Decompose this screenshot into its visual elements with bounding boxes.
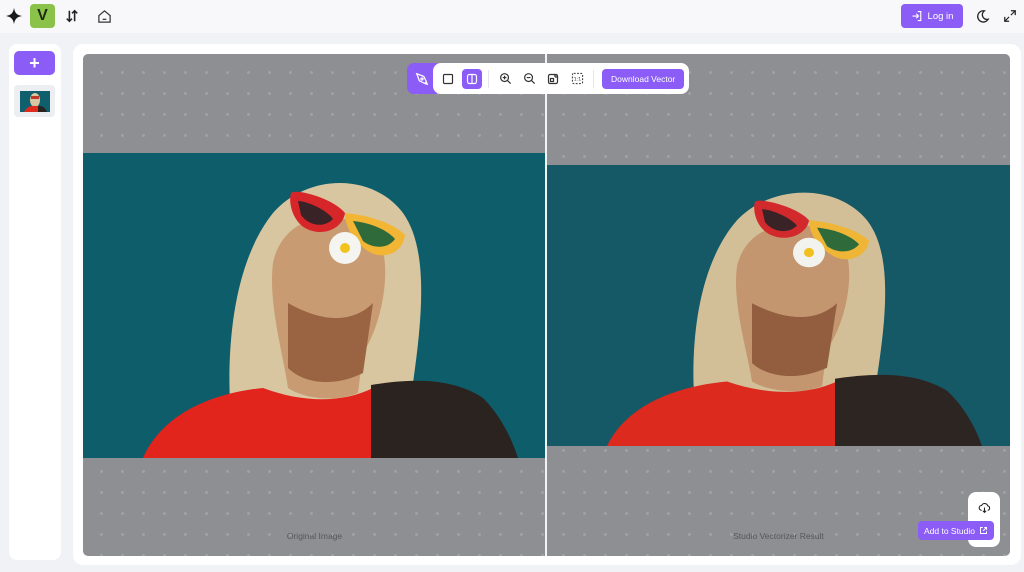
svg-text:1:1: 1:1 bbox=[573, 76, 581, 82]
expand-icon[interactable] bbox=[998, 4, 1022, 28]
zoom-in-button[interactable] bbox=[495, 69, 515, 89]
top-bar: V Log in bbox=[0, 0, 1024, 33]
square-icon bbox=[442, 73, 454, 84]
view-options-panel: 1:1 Download Vector bbox=[433, 63, 690, 94]
external-link-icon bbox=[980, 527, 988, 534]
sidebar: + bbox=[9, 44, 61, 560]
vectorized-image bbox=[547, 165, 1010, 446]
single-view-button[interactable] bbox=[438, 69, 458, 89]
logo-letter: V bbox=[37, 7, 48, 24]
split-view-button[interactable] bbox=[462, 68, 482, 89]
zoom-out-button[interactable] bbox=[519, 69, 539, 89]
add-to-studio-button[interactable]: Add to Studio bbox=[918, 521, 994, 540]
thumbnail-image bbox=[19, 90, 50, 112]
login-label: Log in bbox=[927, 10, 954, 22]
home-icon[interactable] bbox=[92, 4, 116, 28]
split-view-icon bbox=[466, 73, 478, 84]
pen-tool-icon bbox=[415, 72, 429, 85]
login-icon bbox=[912, 10, 921, 22]
vectorized-pane: Studio Vectorizer Result bbox=[547, 54, 1010, 556]
plus-icon: + bbox=[29, 52, 40, 73]
original-pane: Original Image bbox=[83, 54, 546, 556]
moon-icon[interactable] bbox=[970, 4, 994, 28]
add-to-studio-label: Add to Studio bbox=[923, 525, 976, 536]
download-vector-button[interactable]: Download Vector bbox=[602, 68, 685, 89]
add-image-button[interactable]: + bbox=[14, 51, 55, 75]
toolbar-divider bbox=[593, 69, 594, 88]
image-thumbnail[interactable] bbox=[14, 85, 55, 117]
fit-screen-button[interactable] bbox=[543, 69, 563, 89]
login-button[interactable]: Log in bbox=[901, 4, 963, 28]
fit-screen-icon bbox=[547, 73, 559, 84]
zoom-in-icon bbox=[499, 73, 511, 85]
sort-arrows-icon[interactable] bbox=[60, 4, 84, 28]
view-toolbar: 1:1 Download Vector bbox=[407, 63, 690, 94]
original-image bbox=[83, 153, 546, 458]
comparison-canvas: Original Image Studio Vectorizer Result bbox=[83, 54, 1010, 556]
toolbar-divider bbox=[488, 69, 489, 88]
original-image-label: Original Image bbox=[286, 531, 343, 541]
zoom-out-icon bbox=[523, 73, 535, 85]
cloud-download-icon bbox=[978, 503, 990, 514]
sparkle-icon[interactable] bbox=[2, 4, 26, 28]
app-logo[interactable]: V bbox=[30, 4, 55, 28]
actual-size-icon: 1:1 bbox=[571, 72, 583, 85]
actual-size-button[interactable]: 1:1 bbox=[567, 69, 587, 89]
main-panel: Original Image Studio Vectorizer Result bbox=[73, 44, 1021, 565]
